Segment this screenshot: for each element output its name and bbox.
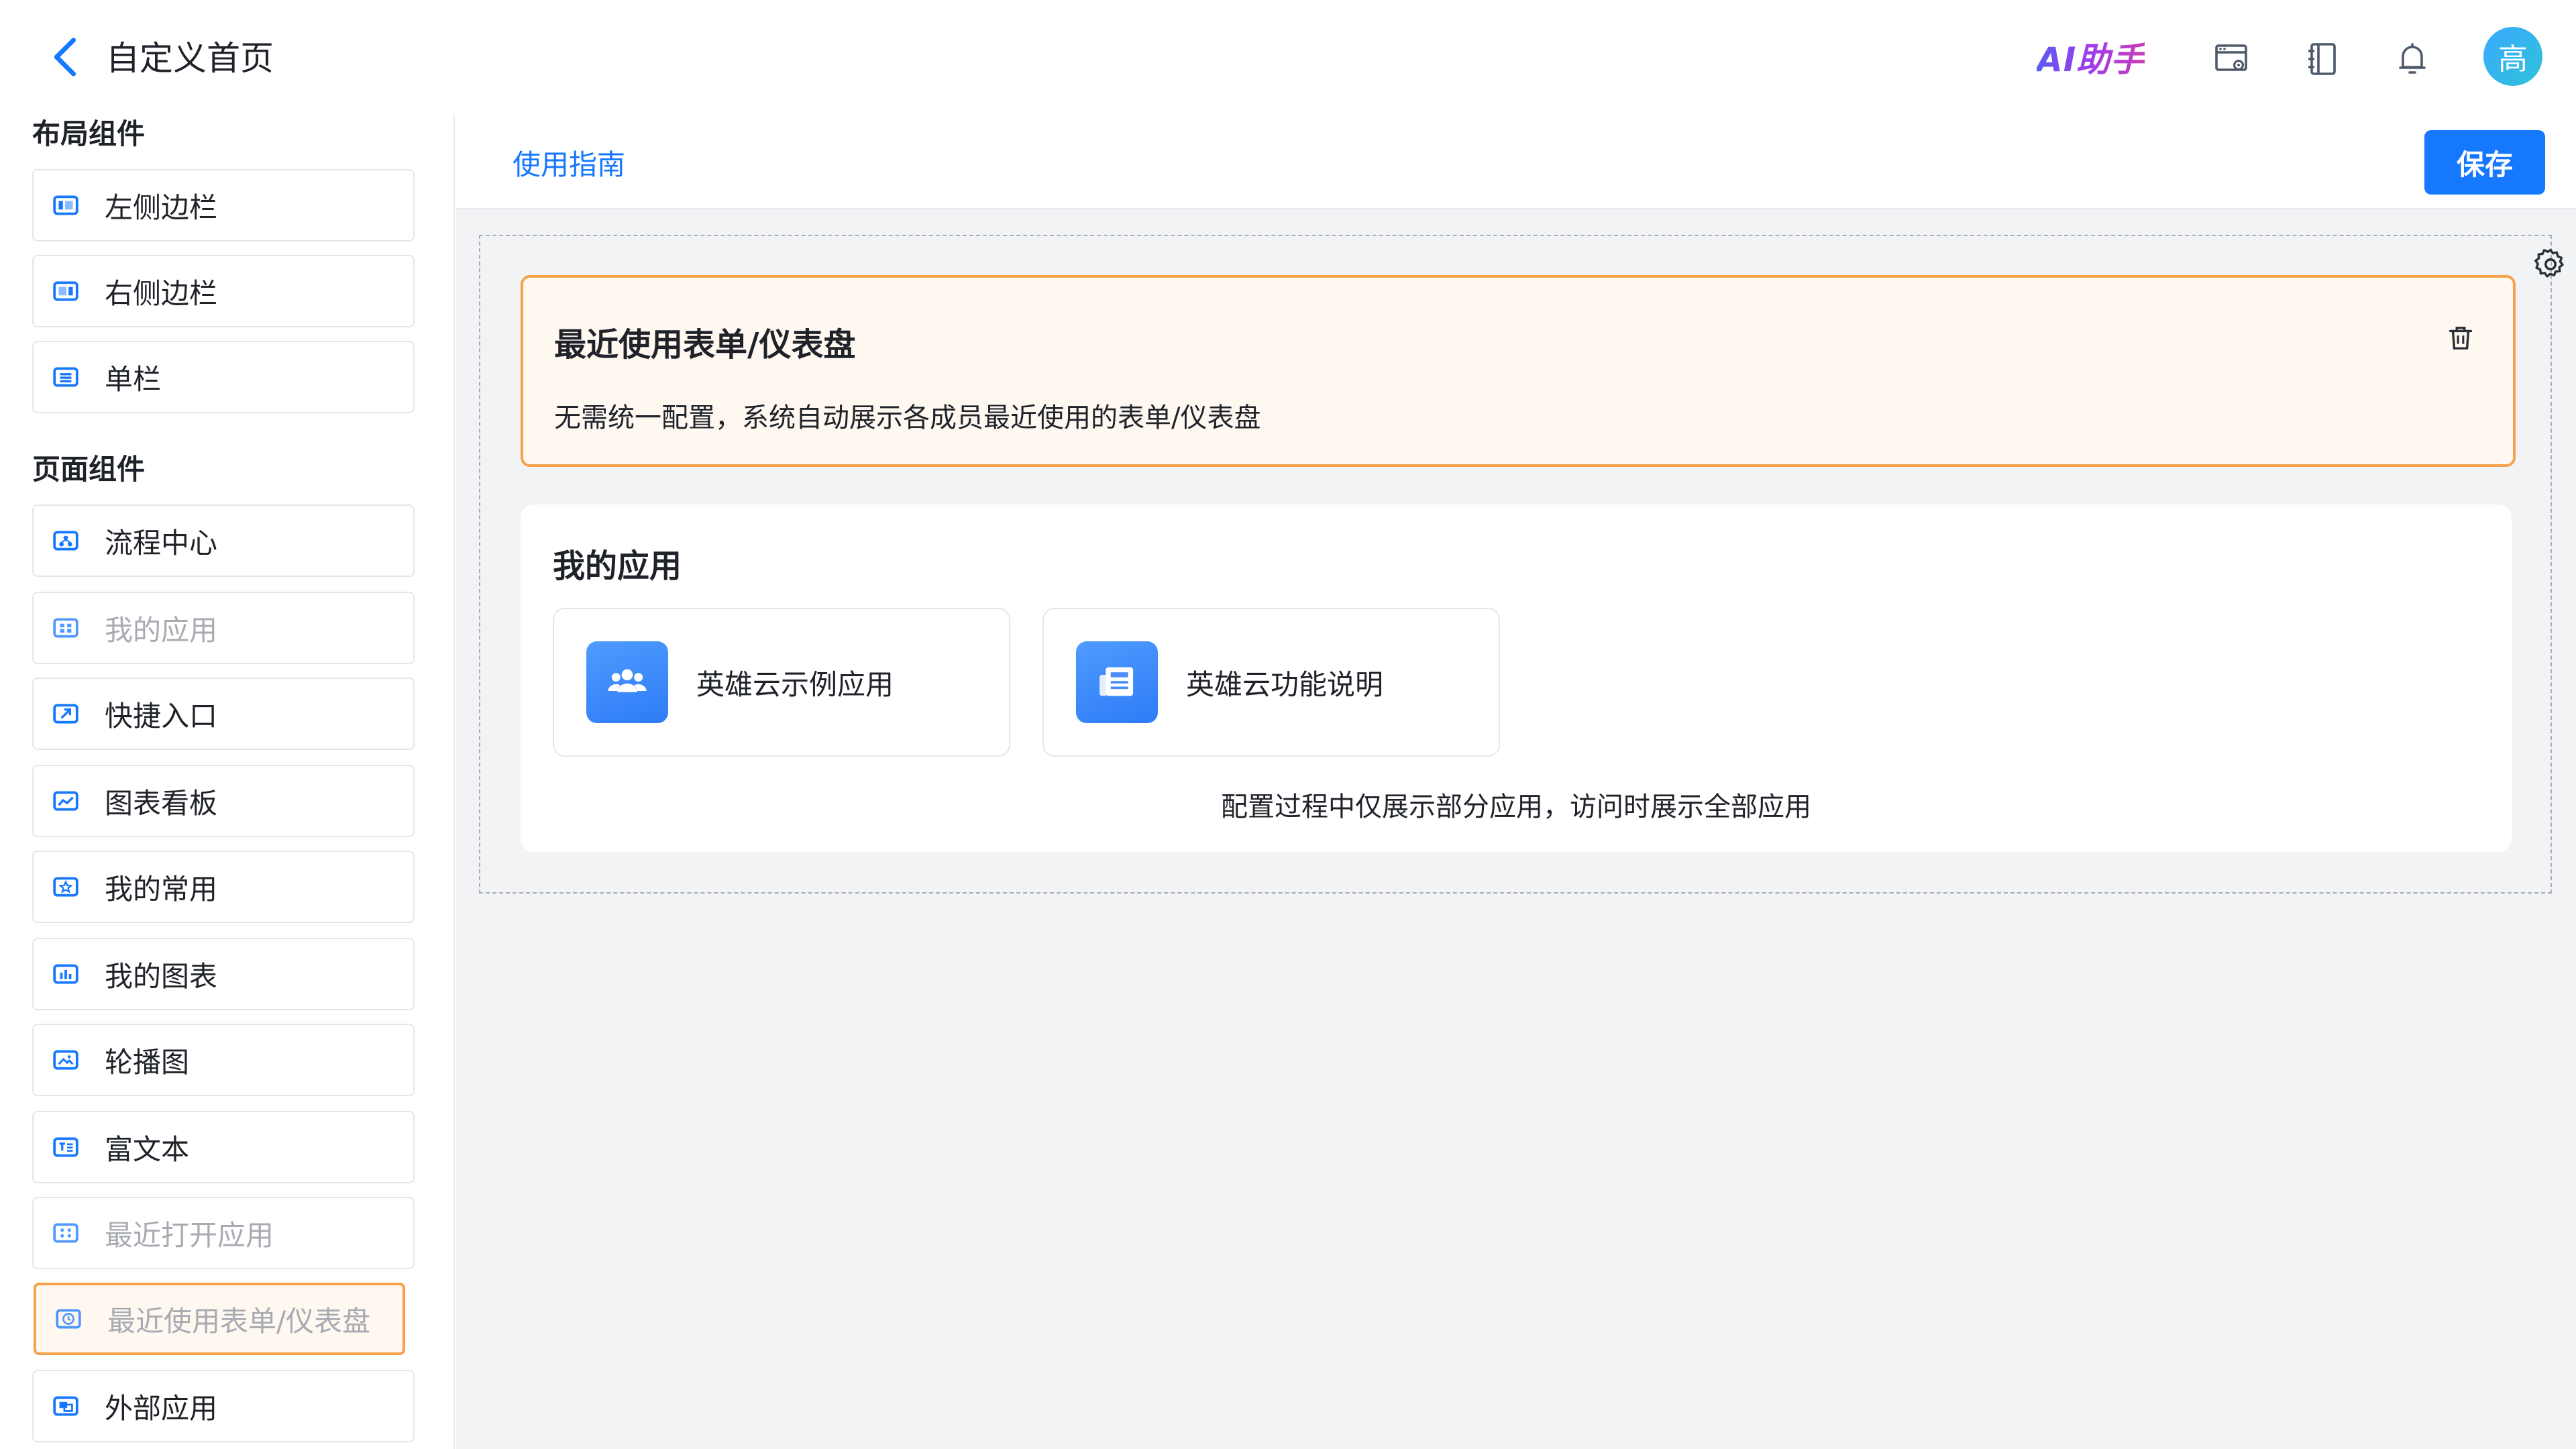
bar-chart-icon bbox=[51, 959, 80, 989]
recent-widget-description: 无需统一配置，系统自动展示各成员最近使用的表单/仪表盘 bbox=[554, 402, 1261, 433]
newspaper-icon bbox=[1076, 641, 1158, 723]
recent-apps-icon bbox=[51, 1218, 80, 1248]
line-chart-icon bbox=[51, 786, 80, 816]
recent-forms-dashboards-widget[interactable]: 最近使用表单/仪表盘 无需统一配置，系统自动展示各成员最近使用的表单/仪表盘 bbox=[521, 275, 2516, 467]
trash-icon bbox=[2449, 326, 2473, 350]
star-icon bbox=[51, 872, 80, 902]
workflow-icon bbox=[51, 526, 80, 555]
window-settings-icon bbox=[2215, 44, 2247, 71]
notifications-button[interactable] bbox=[2391, 38, 2434, 80]
component-my-apps[interactable]: 我的应用 bbox=[32, 592, 415, 664]
ai-assistant-button[interactable]: AI助手 bbox=[2037, 36, 2145, 83]
docs-button[interactable] bbox=[2301, 38, 2344, 80]
component-external-apps[interactable]: 外部应用 bbox=[32, 1370, 415, 1442]
team-icon bbox=[586, 641, 668, 723]
component-chart-board[interactable]: 图表看板 bbox=[32, 765, 415, 837]
app-name: 英雄云示例应用 bbox=[696, 667, 894, 701]
bell-icon bbox=[2399, 43, 2426, 74]
external-app-icon bbox=[51, 1391, 80, 1421]
my-apps-widget[interactable]: 我的应用 英雄云示例应用 英雄云功能说明 配置过程中仅展示部分应用，访问时展示全… bbox=[521, 504, 2512, 852]
component-left-sidebar[interactable]: 左侧边栏 bbox=[32, 169, 415, 241]
right-sidebar-layout-icon bbox=[51, 276, 80, 306]
recent-widget-title: 最近使用表单/仪表盘 bbox=[554, 326, 856, 364]
apps-grid-icon bbox=[51, 613, 80, 643]
component-recent-forms-dashboards[interactable]: 最近使用表单/仪表盘 bbox=[34, 1283, 405, 1355]
rich-text-icon bbox=[51, 1132, 80, 1162]
editor-main: 使用指南 保存 最近使用表单/仪表盘 无需统一配置，系统自动展示各成员最近使用的… bbox=[456, 115, 2576, 1449]
editor-toolbar: 使用指南 保存 bbox=[456, 115, 2576, 209]
page-title: 自定义首页 bbox=[106, 39, 274, 78]
page-components-title: 页面组件 bbox=[32, 453, 146, 486]
component-panel: 布局组件 左侧边栏 右侧边栏 单栏 页面组件 流程中心 我的应用 快捷入口 图表… bbox=[0, 115, 455, 1449]
single-column-layout-icon bbox=[51, 362, 80, 392]
clock-icon bbox=[54, 1304, 83, 1334]
book-icon bbox=[2308, 43, 2336, 75]
component-shortcut-entry[interactable]: 快捷入口 bbox=[32, 678, 415, 750]
my-apps-note: 配置过程中仅展示部分应用，访问时展示全部应用 bbox=[1221, 792, 1811, 822]
user-avatar[interactable]: 高 bbox=[2483, 27, 2542, 86]
header: 自定义首页 AI助手 高 bbox=[0, 0, 2576, 115]
component-workflow-center[interactable]: 流程中心 bbox=[32, 504, 415, 577]
component-right-sidebar[interactable]: 右侧边栏 bbox=[32, 255, 415, 327]
component-carousel[interactable]: 轮播图 bbox=[32, 1024, 415, 1096]
app-tile[interactable]: 英雄云功能说明 bbox=[1042, 608, 1500, 757]
carousel-icon bbox=[51, 1045, 80, 1075]
component-rich-text[interactable]: 富文本 bbox=[32, 1111, 415, 1183]
component-recent-apps[interactable]: 最近打开应用 bbox=[32, 1197, 415, 1269]
back-button[interactable] bbox=[44, 34, 85, 80]
app-name: 英雄云功能说明 bbox=[1186, 667, 1384, 701]
left-sidebar-layout-icon bbox=[51, 191, 80, 220]
my-apps-title: 我的应用 bbox=[553, 547, 682, 585]
component-single-column[interactable]: 单栏 bbox=[32, 341, 415, 413]
app-tile[interactable]: 英雄云示例应用 bbox=[553, 608, 1010, 757]
save-button[interactable]: 保存 bbox=[2424, 130, 2545, 195]
back-chevron-icon bbox=[54, 38, 76, 76]
layout-components-title: 布局组件 bbox=[32, 117, 146, 150]
gear-icon bbox=[2534, 248, 2564, 278]
usage-guide-link[interactable]: 使用指南 bbox=[513, 145, 625, 185]
shortcut-icon bbox=[51, 699, 80, 729]
layout-canvas[interactable]: 最近使用表单/仪表盘 无需统一配置，系统自动展示各成员最近使用的表单/仪表盘 我… bbox=[479, 235, 2564, 894]
window-settings-button[interactable] bbox=[2210, 38, 2253, 80]
canvas-settings-button[interactable] bbox=[2530, 244, 2571, 284]
delete-widget-button[interactable] bbox=[2442, 318, 2479, 358]
component-my-charts[interactable]: 我的图表 bbox=[32, 938, 415, 1010]
component-my-favorites[interactable]: 我的常用 bbox=[32, 851, 415, 923]
